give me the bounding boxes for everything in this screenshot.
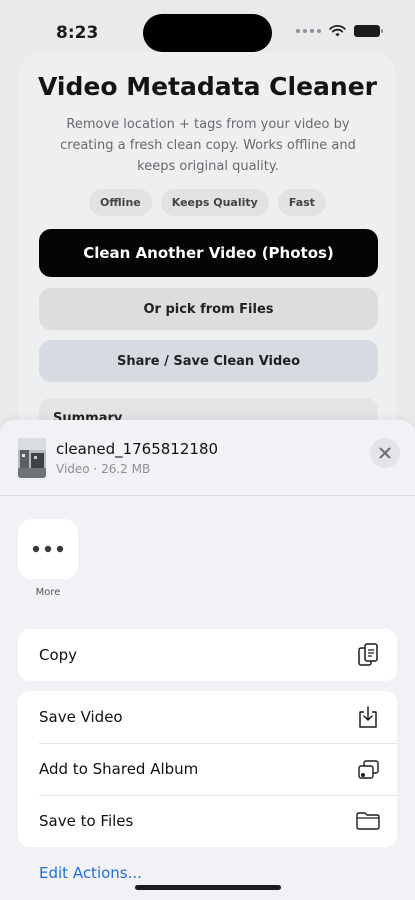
app-description: Remove location + tags from your video b… xyxy=(60,117,356,174)
action-save-video[interactable]: Save Video xyxy=(18,691,397,743)
more-label: More xyxy=(35,587,61,598)
file-meta: Video · 26.2 MB xyxy=(56,462,151,476)
status-indicators xyxy=(296,25,383,37)
share-sheet: cleaned_1765812180 Video · 26.2 MB More … xyxy=(0,420,415,900)
feature-chips: Offline Keeps Quality Fast xyxy=(0,189,415,216)
folder-icon xyxy=(355,808,381,834)
video-thumbnail xyxy=(18,438,46,478)
chip-keeps-quality: Keeps Quality xyxy=(160,189,269,216)
close-button[interactable] xyxy=(370,438,400,468)
status-time: 8:23 xyxy=(56,23,99,43)
save-download-icon xyxy=(355,704,381,730)
action-label: Copy xyxy=(39,646,78,664)
app-title: Video Metadata Cleaner xyxy=(38,72,377,101)
home-indicator xyxy=(135,885,281,890)
cellular-signal-icon xyxy=(296,29,321,33)
pick-from-files-button[interactable]: Or pick from Files xyxy=(39,288,378,330)
copy-icon xyxy=(355,642,381,668)
share-save-button[interactable]: Share / Save Clean Video xyxy=(39,340,378,382)
chip-fast: Fast xyxy=(277,189,326,216)
action-label: Save Video xyxy=(39,708,123,726)
more-icon xyxy=(32,545,64,553)
more-button[interactable] xyxy=(18,519,78,579)
action-group-copy: Copy xyxy=(18,629,397,681)
status-bar: 8:23 xyxy=(0,0,415,60)
action-save-to-files[interactable]: Save to Files xyxy=(18,795,397,847)
chip-offline: Offline xyxy=(89,189,152,216)
action-label: Add to Shared Album xyxy=(39,760,199,778)
clean-another-video-button[interactable]: Clean Another Video (Photos) xyxy=(39,229,378,277)
wifi-icon xyxy=(329,25,346,37)
dynamic-island xyxy=(143,14,272,52)
action-label: Save to Files xyxy=(39,812,134,830)
edit-actions-link[interactable]: Edit Actions... xyxy=(39,864,142,882)
battery-icon xyxy=(354,25,383,37)
file-name: cleaned_1765812180 xyxy=(56,440,219,458)
action-add-shared-album[interactable]: Add to Shared Album xyxy=(18,743,397,795)
close-icon xyxy=(379,447,391,459)
action-group-save: Save Video Add to Shared Album Save to F… xyxy=(18,691,397,847)
share-sheet-header: cleaned_1765812180 Video · 26.2 MB xyxy=(0,420,415,496)
action-copy[interactable]: Copy xyxy=(18,629,397,681)
shared-album-icon xyxy=(355,756,381,782)
